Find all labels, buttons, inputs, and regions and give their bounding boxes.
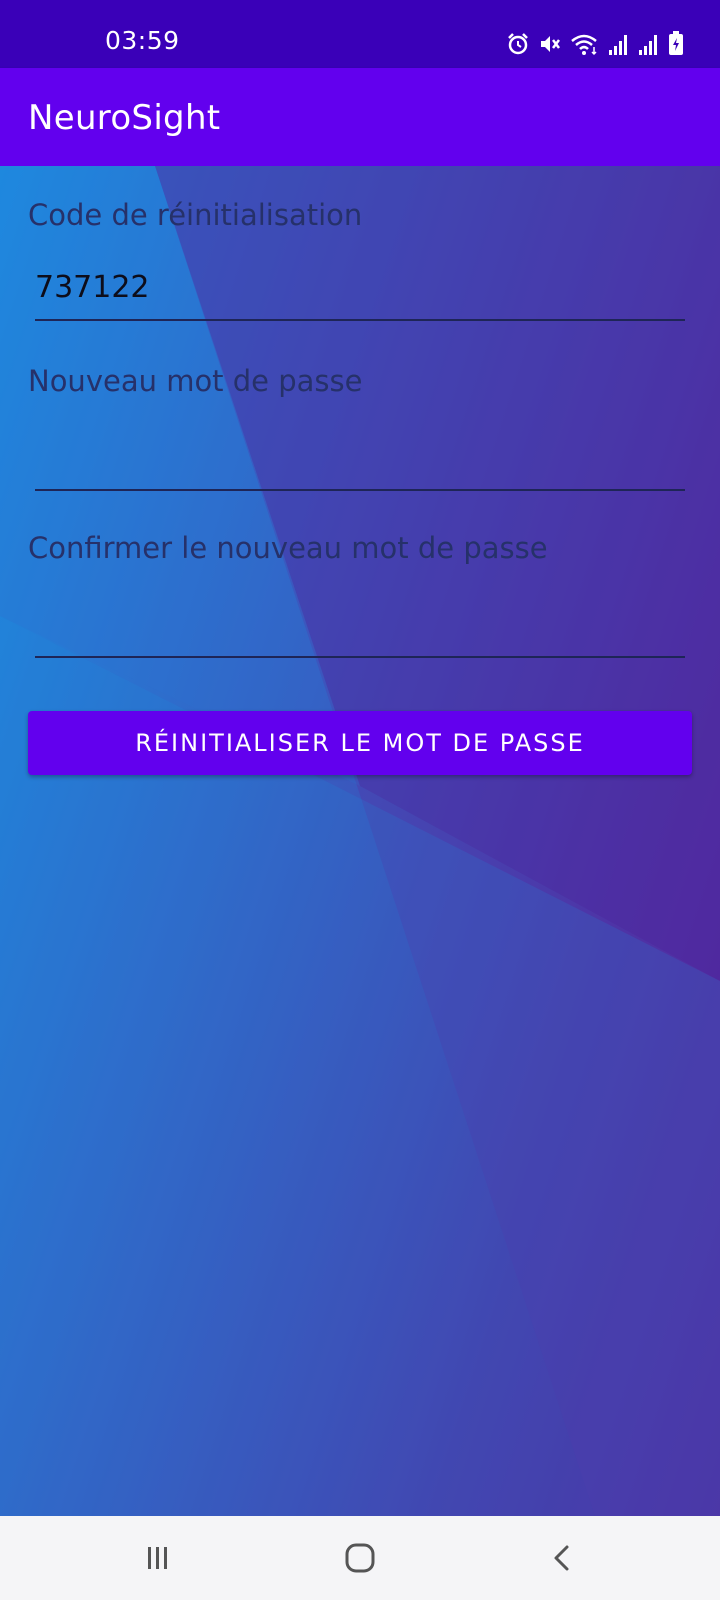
app-bar: NeuroSight <box>0 68 720 166</box>
back-icon[interactable] <box>540 1536 584 1580</box>
home-icon[interactable] <box>338 1536 382 1580</box>
wifi-icon <box>570 32 600 56</box>
reset-code-underline <box>35 319 685 321</box>
battery-charging-icon <box>668 30 684 56</box>
reset-code-label: Code de réinitialisation <box>28 198 363 232</box>
confirm-password-underline <box>35 656 685 658</box>
status-time: 03:59 <box>105 26 180 55</box>
signal-icon <box>638 32 660 56</box>
status-bar: 03:59 <box>0 0 720 68</box>
navigation-bar <box>0 1516 720 1600</box>
app-title: NeuroSight <box>28 98 221 138</box>
status-icons <box>506 30 684 56</box>
new-password-label: Nouveau mot de passe <box>28 364 363 398</box>
reset-password-form: Code de réinitialisation 737122 Nouveau … <box>0 166 720 1516</box>
reset-password-button[interactable]: RÉINITIALISER LE MOT DE PASSE <box>28 711 692 775</box>
recent-apps-icon[interactable] <box>136 1536 180 1580</box>
mute-icon <box>538 32 562 56</box>
confirm-password-label: Confirmer le nouveau mot de passe <box>28 531 548 565</box>
reset-code-input[interactable]: 737122 <box>35 270 150 305</box>
alarm-icon <box>506 32 530 56</box>
signal-icon <box>608 32 630 56</box>
new-password-underline <box>35 489 685 491</box>
